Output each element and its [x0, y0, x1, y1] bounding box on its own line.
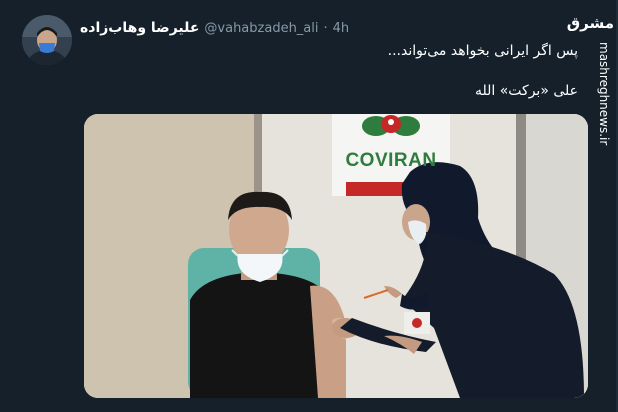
author-handle[interactable]: @vahabzadeh_ali [204, 21, 318, 36]
tweet-text-line-2: علی «برکت» الله [474, 83, 578, 99]
tweet-media-photo[interactable]: COVIRAN [84, 114, 588, 398]
tweet-text-line-1: پس اگر ایرانی بخواهد می‌تواند... [387, 43, 578, 59]
avatar-image [22, 15, 72, 65]
coviran-sign-text: COVIRAN [345, 150, 437, 171]
author-name[interactable]: علیرضا وهاب‌زاده [80, 20, 199, 36]
vaccination-photo [84, 114, 588, 398]
watermark-site: mashreghnews.ir [597, 42, 611, 146]
header-separator: · [323, 20, 328, 36]
coviran-logo-icon [362, 115, 420, 136]
watermark-logo: مشرق [566, 14, 614, 32]
tweet-timestamp[interactable]: 4h [333, 21, 350, 36]
author-avatar[interactable] [22, 15, 72, 65]
tweet[interactable]: علیرضا وهاب‌زاده @vahabzadeh_ali · 4h پس… [0, 0, 618, 412]
tweet-header: علیرضا وهاب‌زاده @vahabzadeh_ali · 4h [80, 18, 349, 38]
watermark: مشرق mashreghnews.ir [566, 10, 614, 145]
